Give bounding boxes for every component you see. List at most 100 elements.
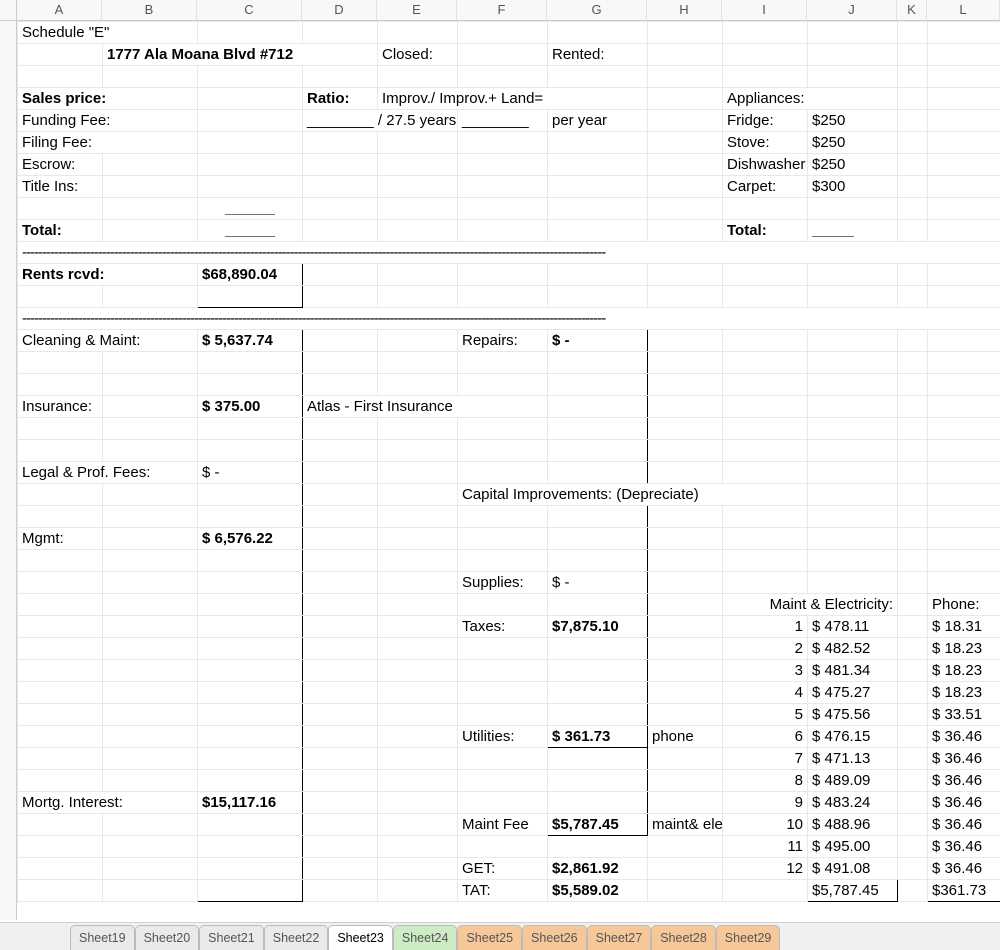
title-ins-label: Title Ins: [18, 176, 103, 198]
month-2-me: $ 482.52 [808, 638, 898, 660]
month-3-ph: $ 18.23 [928, 660, 1000, 682]
stove-val: $250 [808, 132, 898, 154]
phone-header: Phone: [928, 594, 1000, 616]
fridge-val: $250 [808, 110, 898, 132]
stove-label: Stove: [723, 132, 808, 154]
sheet-tab-sheet24[interactable]: Sheet24 [393, 925, 458, 950]
column-header-D[interactable]: D [302, 0, 377, 20]
sheet-tab-sheet27[interactable]: Sheet27 [587, 925, 652, 950]
month-8-me: $ 489.09 [808, 770, 898, 792]
column-header-F[interactable]: F [457, 0, 547, 20]
sheet-tab-sheet25[interactable]: Sheet25 [457, 925, 522, 950]
underline-1: ______ [198, 198, 303, 220]
get-label: GET: [458, 858, 548, 880]
month-6-me: $ 476.15 [808, 726, 898, 748]
maintfee-label: Maint Fee [458, 814, 548, 836]
column-headers: ABCDEFGHIJKL [0, 0, 1000, 21]
me-total: $5,787.45 [808, 880, 898, 902]
month-3-n: 3 [723, 660, 808, 682]
month-3-me: $ 481.34 [808, 660, 898, 682]
month-8-n: 8 [723, 770, 808, 792]
utilities-val: $ 361.73 [548, 726, 648, 748]
month-4-ph: $ 18.23 [928, 682, 1000, 704]
schedule-title: Schedule "E" [18, 22, 198, 44]
mortg-val: $15,117.16 [198, 792, 303, 814]
month-12-me: $ 491.08 [808, 858, 898, 880]
appliance-total-label: Total: [723, 220, 808, 242]
mgmt-val: $ 6,576.22 [198, 528, 303, 550]
row-headers [0, 21, 17, 920]
sheet-tab-sheet28[interactable]: Sheet28 [651, 925, 716, 950]
ratio-text: Improv./ Improv.+ Land= [378, 88, 648, 110]
month-1-n: 1 [723, 616, 808, 638]
month-5-me: $ 475.56 [808, 704, 898, 726]
sheet-tab-sheet26[interactable]: Sheet26 [522, 925, 587, 950]
sheet-tabstrip: Sheet19Sheet20Sheet21Sheet22Sheet23Sheet… [0, 922, 1000, 950]
cells-area[interactable]: Schedule "E" 1777 Ala Moana Blvd #712 Cl… [17, 21, 1000, 920]
carpet-val: $300 [808, 176, 898, 198]
legal-val: $ - [198, 462, 303, 484]
dashline-1: ----------------------------------------… [18, 242, 1000, 264]
month-7-ph: $ 36.46 [928, 748, 1000, 770]
column-header-E[interactable]: E [377, 0, 457, 20]
month-7-me: $ 471.13 [808, 748, 898, 770]
tat-val: $5,589.02 [548, 880, 648, 902]
appliance-total-underline: _____ [808, 220, 898, 242]
escrow-label: Escrow: [18, 154, 103, 176]
sheet-tab-sheet21[interactable]: Sheet21 [199, 925, 264, 950]
month-11-n: 11 [723, 836, 808, 858]
sheet-tab-sheet23[interactable]: Sheet23 [328, 925, 393, 950]
column-header-K[interactable]: K [897, 0, 927, 20]
month-12-ph: $ 36.46 [928, 858, 1000, 880]
column-header-I[interactable]: I [722, 0, 807, 20]
get-val: $2,861.92 [548, 858, 648, 880]
month-11-ph: $ 36.46 [928, 836, 1000, 858]
repairs-val: $ - [548, 330, 648, 352]
fridge-label: Fridge: [723, 110, 808, 132]
mortg-label: Mortg. Interest: [18, 792, 198, 814]
month-6-ph: $ 36.46 [928, 726, 1000, 748]
supplies-val: $ - [548, 572, 648, 594]
filing-fee-label: Filing Fee: [18, 132, 198, 154]
month-9-me: $ 483.24 [808, 792, 898, 814]
month-6-n: 6 [723, 726, 808, 748]
closed-label: Closed: [378, 44, 458, 66]
depr-text3: per year [548, 110, 648, 132]
supplies-label: Supplies: [458, 572, 548, 594]
legal-label: Legal & Prof. Fees: [18, 462, 198, 484]
cleaning-val: $ 5,637.74 [198, 330, 303, 352]
capimp-label: Capital Improvements: (Depreciate) [458, 484, 808, 506]
rents-rcvd-label: Rents rcvd: [18, 264, 198, 286]
rents-rcvd-val: $68,890.04 [198, 264, 303, 286]
insurance-label: Insurance: [18, 396, 103, 418]
utilities-label: Utilities: [458, 726, 548, 748]
ph-total: $361.73 [928, 880, 1000, 902]
column-header-B[interactable]: B [102, 0, 197, 20]
appliances-header: Appliances: [723, 88, 898, 110]
month-5-ph: $ 33.51 [928, 704, 1000, 726]
month-10-ph: $ 36.46 [928, 814, 1000, 836]
maintfee-val: $5,787.45 [548, 814, 648, 836]
depr-text1: ________ / 27.5 years [303, 110, 458, 132]
month-2-ph: $ 18.23 [928, 638, 1000, 660]
sheet-tab-sheet29[interactable]: Sheet29 [716, 925, 781, 950]
depr-text2: ________ [458, 110, 548, 132]
column-header-A[interactable]: A [17, 0, 102, 20]
dishwasher-val: $250 [808, 154, 898, 176]
column-header-H[interactable]: H [647, 0, 722, 20]
month-5-n: 5 [723, 704, 808, 726]
insurance-note: Atlas - First Insurance [303, 396, 548, 418]
column-header-J[interactable]: J [807, 0, 897, 20]
funding-fee-label: Funding Fee: [18, 110, 198, 132]
sheet-tab-sheet19[interactable]: Sheet19 [70, 925, 135, 950]
month-8-ph: $ 36.46 [928, 770, 1000, 792]
sheet-tab-sheet22[interactable]: Sheet22 [264, 925, 329, 950]
dishwasher-label: Dishwasher [723, 154, 808, 176]
property-address: 1777 Ala Moana Blvd #712 [103, 44, 378, 66]
column-header-C[interactable]: C [197, 0, 302, 20]
carpet-label: Carpet: [723, 176, 808, 198]
sheet-tab-sheet20[interactable]: Sheet20 [135, 925, 200, 950]
column-header-L[interactable]: L [927, 0, 1000, 20]
month-1-me: $ 478.11 [808, 616, 898, 638]
column-header-G[interactable]: G [547, 0, 647, 20]
